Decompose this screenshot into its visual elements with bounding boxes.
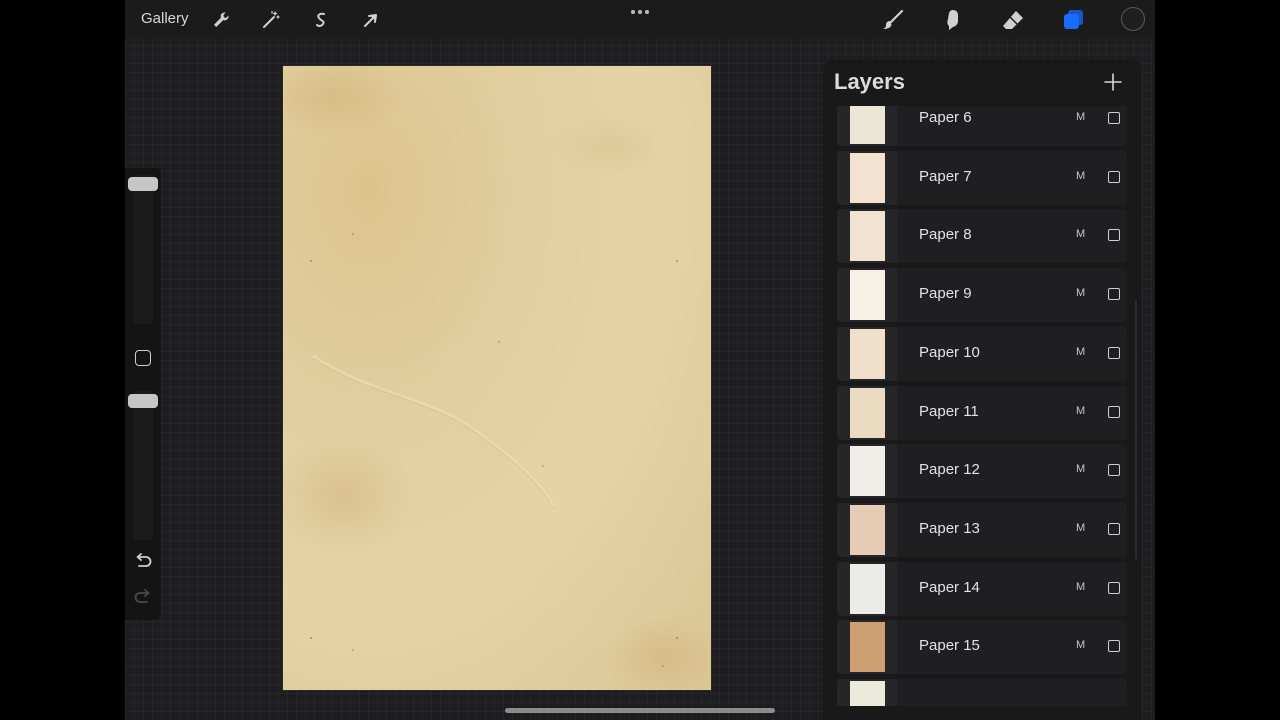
drawing-canvas[interactable] bbox=[283, 66, 711, 690]
smudge-icon[interactable] bbox=[940, 7, 966, 33]
layer-visibility-checkbox[interactable] bbox=[1108, 288, 1120, 301]
gallery-button[interactable]: Gallery bbox=[141, 10, 189, 27]
layer-name: Paper 6 bbox=[919, 109, 972, 126]
layer-row[interactable]: Paper 7 M bbox=[837, 150, 1127, 205]
layer-blend-mode-button[interactable]: M bbox=[1076, 170, 1085, 182]
layer-thumbnail-frame bbox=[837, 385, 897, 440]
layer-thumbnail-frame bbox=[837, 561, 897, 616]
plus-icon[interactable] bbox=[1103, 72, 1123, 92]
layer-thumbnail-frame bbox=[837, 150, 897, 205]
layer-name: Paper 11 bbox=[919, 402, 979, 420]
layer-thumbnail-frame bbox=[837, 268, 897, 323]
layer-thumbnail-frame bbox=[837, 679, 897, 706]
color-picker-swatch[interactable] bbox=[1121, 7, 1145, 31]
layer-thumbnail[interactable] bbox=[850, 504, 885, 555]
layer-blend-mode-button[interactable]: M bbox=[1076, 111, 1085, 123]
layer-visibility-checkbox[interactable] bbox=[1108, 112, 1120, 124]
selection-icon[interactable] bbox=[308, 7, 334, 33]
layer-thumbnail[interactable] bbox=[850, 328, 885, 379]
layer-row[interactable]: Paper 8 M bbox=[837, 209, 1127, 264]
opacity-slider[interactable] bbox=[133, 390, 153, 540]
layer-blend-mode-button[interactable]: M bbox=[1076, 463, 1085, 475]
layer-name: Paper 9 bbox=[919, 285, 972, 303]
layer-row[interactable]: Paper 10 M bbox=[837, 326, 1127, 381]
layer-thumbnail[interactable] bbox=[850, 563, 885, 614]
layer-row[interactable]: Paper 6 M bbox=[837, 106, 1127, 146]
brush-size-thumb[interactable] bbox=[128, 177, 158, 191]
modify-button[interactable] bbox=[135, 350, 151, 366]
layer-blend-mode-button[interactable]: M bbox=[1076, 405, 1085, 417]
layer-thumbnail[interactable] bbox=[850, 681, 885, 706]
layer-thumbnail[interactable] bbox=[850, 270, 885, 321]
layer-row[interactable] bbox=[837, 679, 1127, 706]
layer-thumbnail-frame bbox=[837, 502, 897, 557]
layer-blend-mode-button[interactable]: M bbox=[1076, 581, 1085, 593]
layer-visibility-checkbox[interactable] bbox=[1108, 464, 1120, 477]
layer-blend-mode-button[interactable]: M bbox=[1076, 228, 1085, 240]
layer-thumbnail-frame bbox=[837, 326, 897, 381]
layer-thumbnail-frame bbox=[837, 209, 897, 264]
layer-row[interactable]: Paper 14 M bbox=[837, 561, 1127, 616]
layer-thumbnail[interactable] bbox=[850, 152, 885, 203]
layers-icon[interactable] bbox=[1060, 7, 1086, 33]
layer-name: Paper 8 bbox=[919, 226, 972, 244]
layer-visibility-checkbox[interactable] bbox=[1108, 346, 1120, 359]
layer-list: Paper 6 M Paper 7 M Paper 8 M Paper 9 M Paper 10… bbox=[823, 106, 1141, 706]
procreate-screen: Gallery Layers Paper 6 M Paper 7 M Paper… bbox=[125, 0, 1155, 720]
wrench-icon[interactable] bbox=[208, 7, 234, 33]
layer-visibility-checkbox[interactable] bbox=[1108, 170, 1120, 183]
magic-wand-icon[interactable] bbox=[258, 7, 284, 33]
left-sidebar bbox=[125, 168, 161, 620]
layer-thumbnail[interactable] bbox=[850, 446, 885, 497]
layer-row[interactable]: Paper 9 M bbox=[837, 268, 1127, 323]
layer-blend-mode-button[interactable]: M bbox=[1076, 639, 1085, 651]
undo-icon[interactable] bbox=[133, 552, 153, 570]
brush-size-slider[interactable] bbox=[133, 174, 153, 324]
layer-blend-mode-button[interactable]: M bbox=[1076, 522, 1085, 534]
layer-name: Paper 10 bbox=[919, 343, 980, 361]
layer-thumbnail-frame bbox=[837, 106, 897, 146]
layer-thumbnail[interactable] bbox=[850, 622, 885, 673]
eraser-icon[interactable] bbox=[1000, 7, 1026, 33]
layer-visibility-checkbox[interactable] bbox=[1108, 581, 1120, 594]
redo-icon[interactable] bbox=[133, 588, 153, 606]
layer-row[interactable]: Paper 11 M bbox=[837, 385, 1127, 440]
layer-name: Paper 14 bbox=[919, 578, 980, 596]
layer-name: Paper 15 bbox=[919, 637, 980, 655]
layer-row[interactable]: Paper 13 M bbox=[837, 502, 1127, 557]
layer-blend-mode-button[interactable]: M bbox=[1076, 346, 1085, 358]
layer-visibility-checkbox[interactable] bbox=[1108, 229, 1120, 242]
layer-row[interactable]: Paper 15 M bbox=[837, 620, 1127, 675]
paper-texture bbox=[283, 66, 711, 690]
layer-thumbnail[interactable] bbox=[850, 387, 885, 438]
layer-thumbnail-frame bbox=[837, 620, 897, 675]
top-toolbar: Gallery bbox=[125, 0, 1155, 38]
brush-icon[interactable] bbox=[880, 7, 906, 33]
layer-name: Paper 7 bbox=[919, 167, 972, 185]
layer-thumbnail[interactable] bbox=[850, 106, 885, 144]
layer-visibility-checkbox[interactable] bbox=[1108, 405, 1120, 418]
layers-scrollbar[interactable] bbox=[1135, 300, 1137, 560]
layers-panel: Layers Paper 6 M Paper 7 M Paper 8 M Paper 9MP… bbox=[823, 60, 1141, 720]
layer-name: Paper 12 bbox=[919, 461, 980, 479]
layer-thumbnail-frame bbox=[837, 444, 897, 499]
home-indicator[interactable] bbox=[505, 708, 775, 713]
more-options-icon[interactable] bbox=[630, 8, 650, 16]
layers-title: Layers bbox=[834, 69, 905, 94]
layer-thumbnail[interactable] bbox=[850, 211, 885, 262]
opacity-thumb[interactable] bbox=[128, 394, 158, 408]
layer-visibility-checkbox[interactable] bbox=[1108, 640, 1120, 653]
layer-name: Paper 13 bbox=[919, 519, 980, 537]
layer-row[interactable]: Paper 12 M bbox=[837, 444, 1127, 499]
layer-visibility-checkbox[interactable] bbox=[1108, 522, 1120, 535]
arrow-cursor-icon[interactable] bbox=[358, 7, 384, 33]
layer-blend-mode-button[interactable]: M bbox=[1076, 287, 1085, 299]
